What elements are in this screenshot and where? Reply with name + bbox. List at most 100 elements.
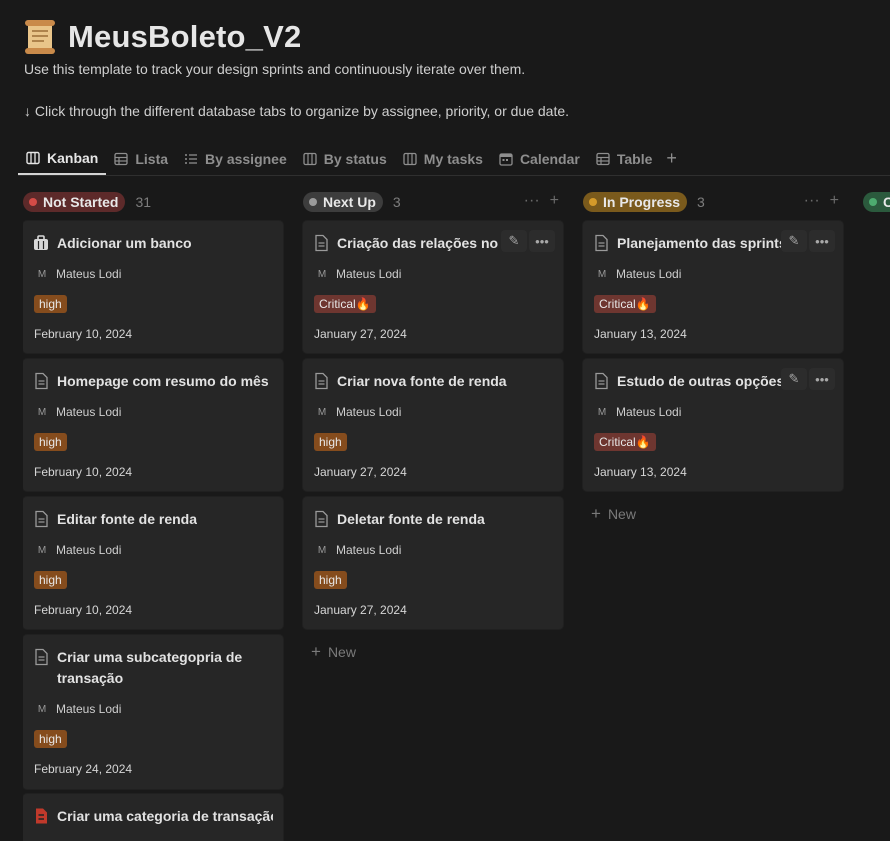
status-label: C xyxy=(883,194,890,210)
card-tools: ✎ ••• xyxy=(501,230,555,252)
tab-my-tasks[interactable]: My tasks xyxy=(395,142,491,175)
priority-tag: Critical🔥 xyxy=(594,295,656,313)
page-icon xyxy=(315,372,328,390)
priority-tag: high xyxy=(314,433,347,451)
card-title: Criação das relações no DB xyxy=(337,235,509,251)
card[interactable]: Planejamento das sprints ✎ ••• M Mateus L… xyxy=(583,221,843,353)
edit-icon[interactable]: ✎ xyxy=(501,230,527,252)
card[interactable]: Criação das relações no DB ✎ ••• M Mateus… xyxy=(303,221,563,353)
avatar: M xyxy=(317,544,327,556)
card[interactable]: Deletar fonte de renda M Mateus Lodi high… xyxy=(303,497,563,629)
board-icon xyxy=(403,152,417,165)
view-tabs: Kanban Lista By assignee By status My ta… xyxy=(18,142,683,175)
due-date: January 27, 2024 xyxy=(314,465,407,479)
card-title: Criar nova fonte de renda xyxy=(337,373,507,389)
new-card-button[interactable]: + New xyxy=(591,504,636,524)
status-dot xyxy=(869,198,877,206)
add-view-button[interactable]: + xyxy=(660,142,683,175)
avatar: M xyxy=(317,268,327,280)
column-next-up: Next Up 3 ··· + Criação das relações no … xyxy=(303,188,563,661)
due-date: February 24, 2024 xyxy=(34,762,133,776)
priority-tag: Critical🔥 xyxy=(594,433,656,451)
card-title: Adicionar um banco xyxy=(57,235,192,251)
card-title: Estudo de outras opções xyxy=(617,373,785,389)
page-icon xyxy=(315,234,328,252)
tab-by-status[interactable]: By status xyxy=(295,142,395,175)
status-label: Next Up xyxy=(323,194,376,210)
tab-calendar[interactable]: Calendar xyxy=(491,142,588,175)
plus-icon[interactable]: + xyxy=(830,192,839,210)
card[interactable]: Homepage com resumo do mês M Mateus Lodi … xyxy=(23,359,283,491)
tab-table[interactable]: Table xyxy=(588,142,661,175)
due-date: February 10, 2024 xyxy=(34,465,133,479)
status-pill[interactable]: In Progress xyxy=(583,192,688,212)
new-label: New xyxy=(327,644,356,660)
plus-icon[interactable]: + xyxy=(550,192,559,210)
page-icon xyxy=(35,648,48,666)
card[interactable]: Criar nova fonte de renda M Mateus Lodi h… xyxy=(303,359,563,491)
list-icon xyxy=(185,153,198,164)
avatar: M xyxy=(37,406,47,418)
card[interactable]: Criar uma categoria de transação xyxy=(23,794,283,841)
tab-label: Table xyxy=(616,150,653,167)
new-card-button[interactable]: + New xyxy=(311,642,356,662)
due-date: February 10, 2024 xyxy=(34,327,133,341)
card-title: Planejamento das sprints xyxy=(617,235,787,251)
more-icon[interactable]: ••• xyxy=(529,230,555,252)
kanban-board: Not Started 31 Adicionar um banco M Mateu… xyxy=(23,188,890,841)
page-description: Use this template to track your design s… xyxy=(24,61,526,77)
avatar: M xyxy=(37,703,47,715)
calendar-icon xyxy=(499,152,513,166)
more-icon[interactable]: ··· xyxy=(804,192,820,210)
status-pill[interactable]: Not Started xyxy=(23,192,126,212)
tab-lista[interactable]: Lista xyxy=(106,142,176,175)
card[interactable]: Editar fonte de renda M Mateus Lodi high … xyxy=(23,497,283,629)
board-icon xyxy=(26,151,40,164)
priority-tag: high xyxy=(34,571,67,589)
column-header: Next Up 3 ··· + xyxy=(303,188,563,216)
board-icon xyxy=(303,152,317,165)
column-partial: C + xyxy=(863,188,890,216)
tab-label: By status xyxy=(323,150,387,167)
card-tools: ✎ ••• xyxy=(781,230,835,252)
column-count: 3 xyxy=(392,194,401,210)
tab-by-assignee[interactable]: By assignee xyxy=(176,142,295,175)
assignee-name: Mateus Lodi xyxy=(56,543,122,557)
column-header: Not Started 31 xyxy=(23,188,283,216)
card-tools: ✎ ••• xyxy=(781,368,835,390)
avatar: M xyxy=(597,268,607,280)
column-header: C xyxy=(863,188,890,216)
card-title: Criar uma subcategopria de transação xyxy=(57,649,243,686)
card[interactable]: Estudo de outras opções ✎ ••• M Mateus Lo… xyxy=(583,359,843,491)
column-count: 3 xyxy=(697,194,705,210)
card[interactable]: Criar uma subcategopria de transação M Ma… xyxy=(23,635,283,789)
due-date: February 10, 2024 xyxy=(34,603,133,617)
card[interactable]: Adicionar um banco M Mateus Lodi high Feb… xyxy=(23,221,283,353)
plus-icon: + xyxy=(311,642,321,661)
assignee-name: Mateus Lodi xyxy=(56,405,122,419)
assignee-name: Mateus Lodi xyxy=(616,405,682,419)
column-in-progress: In Progress 3 ··· + Planejamento das spr… xyxy=(583,188,843,523)
new-label: New xyxy=(607,506,636,522)
tabs-divider xyxy=(18,175,890,176)
assignee: M Mateus Lodi xyxy=(35,405,122,419)
edit-icon[interactable]: ✎ xyxy=(781,368,807,390)
due-date: January 13, 2024 xyxy=(594,327,687,341)
page-icon xyxy=(35,510,48,528)
assignee: M Mateus Lodi xyxy=(35,543,122,557)
more-icon[interactable]: ••• xyxy=(809,230,835,252)
status-label: Not Started xyxy=(43,194,119,210)
more-icon[interactable]: ••• xyxy=(809,368,835,390)
status-pill[interactable]: Next Up xyxy=(303,192,383,212)
card-title: Homepage com resumo do mês xyxy=(57,373,269,389)
page-header: MeusBoleto_V2 xyxy=(20,14,880,60)
tab-label: My tasks xyxy=(423,150,483,167)
edit-icon[interactable]: ✎ xyxy=(781,230,807,252)
page-icon xyxy=(595,372,608,390)
status-pill[interactable]: C xyxy=(863,192,890,212)
more-icon[interactable]: ··· xyxy=(524,192,540,210)
tab-label: Kanban xyxy=(47,149,99,166)
page-title[interactable]: MeusBoleto_V2 xyxy=(68,19,301,55)
briefcase-icon xyxy=(34,235,48,250)
tab-kanban[interactable]: Kanban xyxy=(18,142,107,175)
